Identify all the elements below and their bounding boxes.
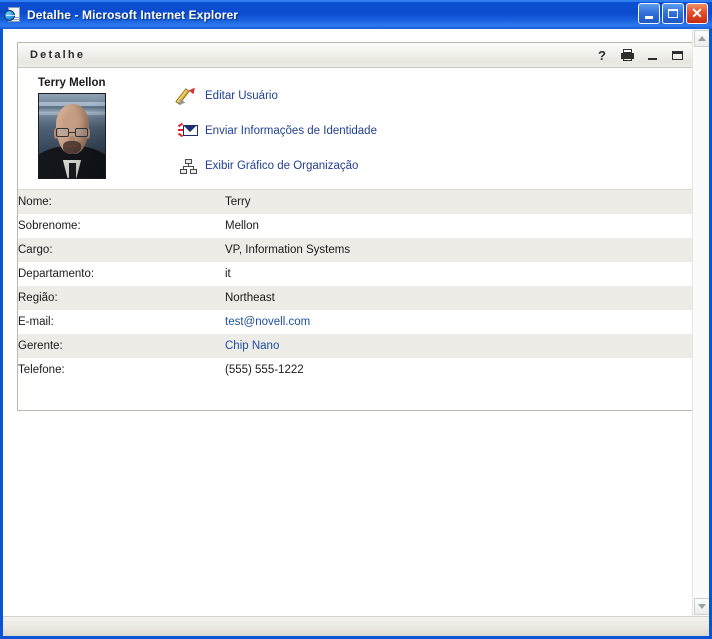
scrollbar-down-button[interactable] <box>694 598 709 615</box>
vertical-scrollbar[interactable] <box>692 29 709 616</box>
status-bar <box>3 616 709 636</box>
table-row: Região: Northeast <box>18 286 692 310</box>
envelope-icon <box>177 122 200 140</box>
document-area: Detalhe ? Terry Mellon Editar Usuário En… <box>3 29 709 616</box>
help-icon[interactable]: ? <box>595 47 609 63</box>
portlet-maximize-icon[interactable] <box>670 47 684 63</box>
orgchart-icon <box>178 157 200 175</box>
table-row: Sobrenome: Mellon <box>18 214 692 238</box>
row-value: it <box>225 268 231 280</box>
action-send-identity-info[interactable]: Enviar Informações de Identidade <box>177 122 377 140</box>
scrollbar-up-button[interactable] <box>694 30 709 47</box>
action-edit-user[interactable]: Editar Usuário <box>175 85 377 108</box>
window-title: Detalhe - Microsoft Internet Explorer <box>27 7 239 22</box>
portlet-title: Detalhe <box>30 49 86 61</box>
table-row: Gerente: Chip Nano <box>18 334 692 358</box>
action-links: Editar Usuário Enviar Informações de Ide… <box>175 77 377 179</box>
portlet-body: Terry Mellon Editar Usuário Enviar Infor… <box>18 68 692 410</box>
portlet-toolbar: ? <box>595 47 684 63</box>
action-view-org-chart[interactable]: Exibir Gráfico de Organização <box>178 157 377 175</box>
minimize-icon <box>645 15 653 19</box>
identity-and-actions-section: Terry Mellon Editar Usuário Enviar Infor… <box>18 68 692 190</box>
email-link[interactable]: test@novell.com <box>225 316 310 328</box>
window-minimize-button[interactable] <box>638 3 660 24</box>
close-icon: ✕ <box>691 5 703 21</box>
table-row: Departamento: it <box>18 262 692 286</box>
row-label: Cargo: <box>18 244 53 256</box>
row-value: test@novell.com <box>225 310 692 334</box>
browser-window: Detalhe - Microsoft Internet Explorer ✕ … <box>0 0 712 639</box>
browser-client-area: Detalhe ? Terry Mellon Editar Usuário En… <box>3 29 709 636</box>
print-icon[interactable] <box>620 47 634 63</box>
action-send-identity-info-label: Enviar Informações de Identidade <box>205 125 377 137</box>
row-label: Região: <box>18 292 58 304</box>
row-value: (555) 555-1222 <box>225 364 304 376</box>
portlet-bottom-spacer <box>18 382 692 410</box>
detail-table: Nome: Terry Sobrenome: Mellon Cargo: VP,… <box>18 190 692 382</box>
row-label: Nome: <box>18 196 52 208</box>
row-value: Terry <box>225 196 251 208</box>
row-value: Mellon <box>225 220 259 232</box>
portlet-header: Detalhe ? <box>18 43 692 68</box>
table-row: Telefone: (555) 555-1222 <box>18 358 692 382</box>
person-name: Terry Mellon <box>38 77 106 89</box>
action-edit-user-label: Editar Usuário <box>205 90 278 102</box>
row-value: VP, Information Systems <box>225 244 351 256</box>
table-row: Cargo: VP, Information Systems <box>18 238 692 262</box>
window-titlebar[interactable]: Detalhe - Microsoft Internet Explorer ✕ <box>0 0 712 29</box>
identity-block: Terry Mellon <box>38 77 178 179</box>
portlet-minimize-icon[interactable] <box>645 47 659 63</box>
table-row: E-mail: test@novell.com <box>18 310 692 334</box>
window-controls: ✕ <box>638 3 708 24</box>
maximize-icon <box>668 9 678 18</box>
ie-document-icon <box>4 6 22 24</box>
detail-portlet: Detalhe ? Terry Mellon Editar Usuário En… <box>17 42 693 411</box>
row-value: Northeast <box>225 292 275 304</box>
window-close-button[interactable]: ✕ <box>686 3 708 24</box>
pencil-icon <box>175 85 200 108</box>
row-label: Telefone: <box>18 364 65 376</box>
row-value: Chip Nano <box>225 334 692 358</box>
action-view-org-chart-label: Exibir Gráfico de Organização <box>205 160 359 172</box>
chevron-up-icon <box>698 36 706 41</box>
row-label: E-mail: <box>18 316 54 328</box>
manager-link[interactable]: Chip Nano <box>225 340 279 352</box>
window-maximize-button[interactable] <box>662 3 684 24</box>
table-row: Nome: Terry <box>18 190 692 214</box>
row-label: Sobrenome: <box>18 220 81 232</box>
chevron-down-icon <box>698 604 706 609</box>
avatar <box>38 93 106 179</box>
row-label: Gerente: <box>18 340 63 352</box>
row-label: Departamento: <box>18 268 95 280</box>
